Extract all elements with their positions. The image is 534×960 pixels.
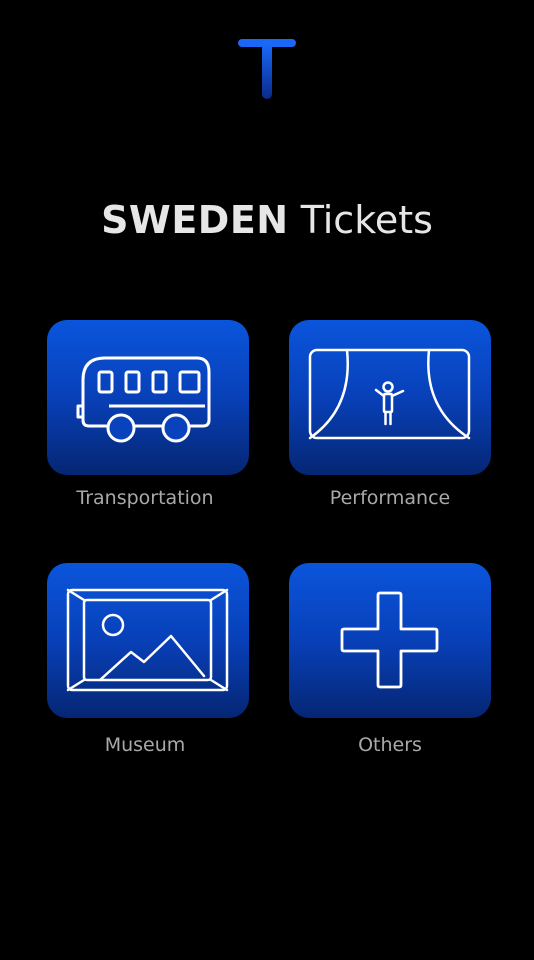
performance-button[interactable] xyxy=(289,320,491,475)
t-logo-icon xyxy=(238,38,296,100)
others-button[interactable] xyxy=(289,563,491,718)
performance-label: Performance xyxy=(329,487,451,509)
title-rest: Tickets xyxy=(300,198,433,242)
museum-label: Museum xyxy=(104,734,186,756)
bus-icon xyxy=(76,356,211,443)
title-bold: SWEDEN xyxy=(101,198,289,242)
page-title: SWEDEN Tickets xyxy=(0,198,534,242)
museum-button[interactable] xyxy=(47,563,249,718)
theater-stage-icon xyxy=(308,348,471,440)
others-label: Others xyxy=(358,734,422,756)
picture-frame-icon xyxy=(66,588,229,692)
transportation-button[interactable] xyxy=(47,320,249,475)
plus-icon xyxy=(340,591,439,689)
transportation-label: Transportation xyxy=(76,487,214,509)
